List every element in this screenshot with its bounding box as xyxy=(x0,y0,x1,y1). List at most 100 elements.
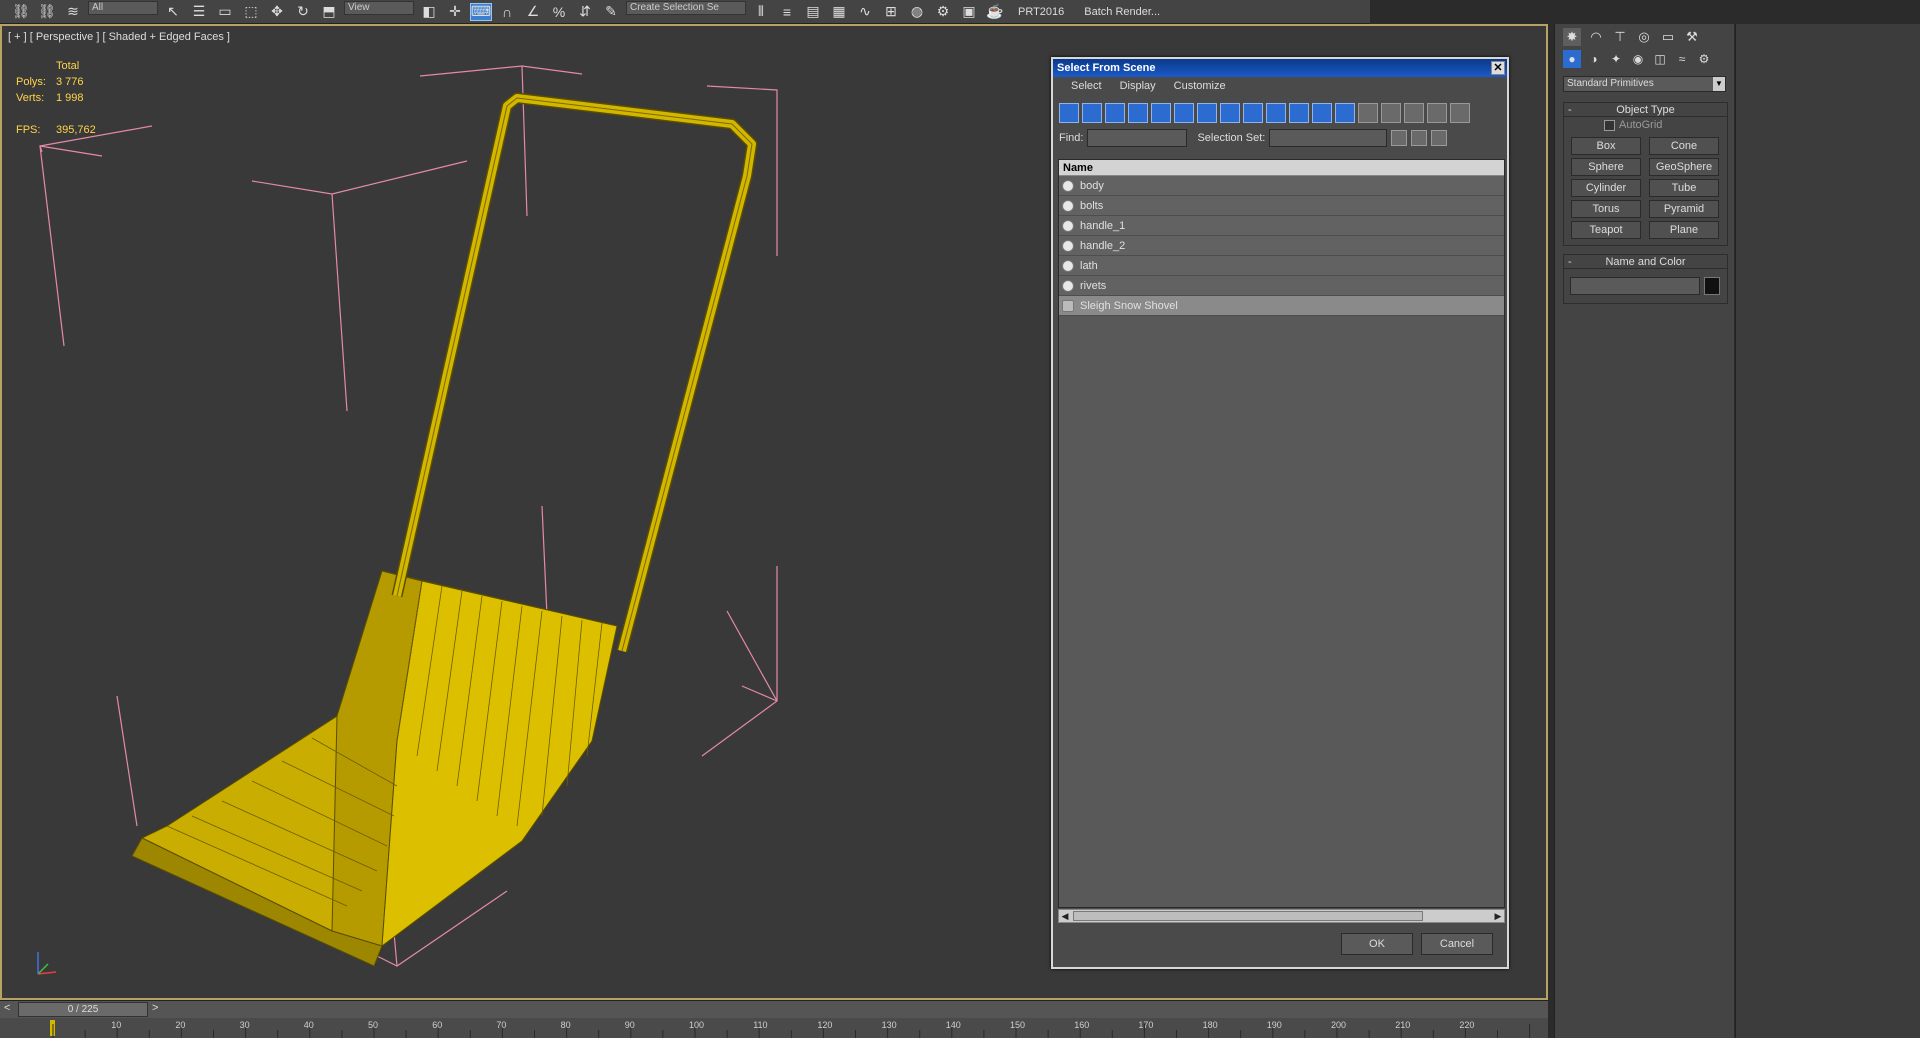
sort-icon[interactable] xyxy=(1450,103,1470,123)
list-item-selected[interactable]: Sleigh Snow Shovel xyxy=(1059,296,1504,316)
render-frame-icon[interactable]: ▣ xyxy=(958,3,980,21)
cameras-category-icon[interactable]: ◉ xyxy=(1629,50,1647,68)
add-to-set-icon[interactable] xyxy=(1431,130,1448,146)
ok-button[interactable]: OK xyxy=(1341,933,1413,955)
shapes-category-icon[interactable]: ◑ xyxy=(1585,50,1603,68)
curve-editor-icon[interactable]: ∿ xyxy=(854,3,876,21)
hidden-filter-icon[interactable] xyxy=(1312,103,1332,123)
menu-select[interactable]: Select xyxy=(1071,77,1102,95)
scroll-left-icon[interactable]: ◀ xyxy=(1059,910,1071,922)
render-teapot-icon[interactable]: ☕ xyxy=(984,3,1006,21)
bind-spacewarp-icon[interactable]: ≋ xyxy=(62,3,84,21)
selection-filter-combo[interactable]: All xyxy=(88,0,158,15)
teapot-button[interactable]: Teapot xyxy=(1571,221,1641,239)
spacewarps-filter-icon[interactable] xyxy=(1174,103,1194,123)
display-all-filter-icon[interactable] xyxy=(1335,103,1355,123)
category-dropdown[interactable]: Standard Primitives ▼ xyxy=(1563,76,1726,92)
collapse-icon[interactable]: - xyxy=(1568,103,1572,117)
scroll-right-icon[interactable]: ▶ xyxy=(1492,910,1504,922)
move-icon[interactable]: ✥ xyxy=(266,3,288,21)
align-icon[interactable]: ≡ xyxy=(776,3,798,21)
close-icon[interactable]: ✕ xyxy=(1491,61,1505,75)
time-slider-thumb[interactable]: 0 / 225 xyxy=(18,1002,148,1017)
create-tab-icon[interactable]: ✸ xyxy=(1563,28,1581,46)
time-slider[interactable]: < 0 / 225 > xyxy=(0,1000,1548,1018)
create-set-icon[interactable] xyxy=(1391,130,1408,146)
name-color-header[interactable]: - Name and Color xyxy=(1564,255,1727,269)
chevron-down-icon[interactable]: ▼ xyxy=(1713,77,1725,91)
menu-display[interactable]: Display xyxy=(1120,77,1156,95)
remove-set-icon[interactable] xyxy=(1411,130,1428,146)
bones-filter-icon[interactable] xyxy=(1243,103,1263,123)
angle-snap-icon[interactable]: ∠ xyxy=(522,3,544,21)
torus-button[interactable]: Torus xyxy=(1571,200,1641,218)
groups-filter-icon[interactable] xyxy=(1197,103,1217,123)
rect-selection-icon[interactable]: ▭ xyxy=(214,3,236,21)
display-tab-icon[interactable]: ▭ xyxy=(1659,28,1677,46)
lights-category-icon[interactable]: ✦ xyxy=(1607,50,1625,68)
geometry-category-icon[interactable]: ● xyxy=(1563,50,1581,68)
helpers-filter-icon[interactable] xyxy=(1151,103,1171,123)
percent-snap-icon[interactable]: % xyxy=(548,3,570,21)
list-item[interactable]: body xyxy=(1059,176,1504,196)
helpers-category-icon[interactable]: ◫ xyxy=(1651,50,1669,68)
object-type-header[interactable]: - Object Type xyxy=(1564,103,1727,117)
invert-display-icon[interactable] xyxy=(1381,103,1401,123)
list-item[interactable]: rivets xyxy=(1059,276,1504,296)
collapse-icon[interactable]: - xyxy=(1568,255,1572,269)
schematic-view-icon[interactable]: ⊞ xyxy=(880,3,902,21)
filter-icon[interactable] xyxy=(1427,103,1447,123)
shapes-filter-icon[interactable] xyxy=(1082,103,1102,123)
window-crossing-icon[interactable]: ⬚ xyxy=(240,3,262,21)
list-item[interactable]: handle_2 xyxy=(1059,236,1504,256)
select-object-icon[interactable]: ↖ xyxy=(162,3,184,21)
material-editor-icon[interactable]: ◍ xyxy=(906,3,928,21)
xrefs-filter-icon[interactable] xyxy=(1220,103,1240,123)
object-name-input[interactable] xyxy=(1570,277,1700,295)
box-button[interactable]: Box xyxy=(1571,137,1641,155)
mirror-icon[interactable]: ⫴ xyxy=(750,3,772,21)
select-manipulate-icon[interactable]: ✛ xyxy=(444,3,466,21)
cylinder-button[interactable]: Cylinder xyxy=(1571,179,1641,197)
named-selection-combo[interactable]: Create Selection Se xyxy=(626,0,746,15)
list-item[interactable]: handle_1 xyxy=(1059,216,1504,236)
keyboard-shortcut-icon[interactable]: ⌨ xyxy=(470,2,492,21)
list-item[interactable]: lath xyxy=(1059,256,1504,276)
viewport-label[interactable]: [ + ] [ Perspective ] [ Shaded + Edged F… xyxy=(8,31,230,43)
selection-set-combo[interactable] xyxy=(1269,129,1388,147)
snap-icon[interactable]: ∩ xyxy=(496,3,518,21)
batch-render-label[interactable]: Batch Render... xyxy=(1076,6,1168,18)
prt-label[interactable]: PRT2016 xyxy=(1010,6,1072,18)
spinner-snap-icon[interactable]: ⇵ xyxy=(574,3,596,21)
geosphere-button[interactable]: GeoSphere xyxy=(1649,158,1719,176)
scrollbar-thumb[interactable] xyxy=(1073,911,1423,921)
select-all-icon[interactable] xyxy=(1404,103,1424,123)
layer-manager-icon[interactable]: ▤ xyxy=(802,3,824,21)
autogrid-checkbox[interactable] xyxy=(1604,119,1615,131)
reference-coord-combo[interactable]: View xyxy=(344,0,414,15)
spacewarps-category-icon[interactable]: ≈ xyxy=(1673,50,1691,68)
select-by-name-icon[interactable]: ☰ xyxy=(188,3,210,21)
graphite-ribbon-icon[interactable]: ▦ xyxy=(828,3,850,21)
name-column-header[interactable]: Name xyxy=(1059,160,1504,176)
modify-tab-icon[interactable]: ◠ xyxy=(1587,28,1605,46)
utilities-tab-icon[interactable]: ⚒ xyxy=(1683,28,1701,46)
cancel-button[interactable]: Cancel xyxy=(1421,933,1493,955)
systems-category-icon[interactable]: ⚙ xyxy=(1695,50,1713,68)
sphere-button[interactable]: Sphere xyxy=(1571,158,1641,176)
dialog-title-bar[interactable]: Select From Scene ✕ xyxy=(1053,59,1507,77)
frozen-filter-icon[interactable] xyxy=(1289,103,1309,123)
containers-filter-icon[interactable] xyxy=(1266,103,1286,123)
unlink-icon[interactable]: ⛓ xyxy=(36,3,58,21)
display-none-icon[interactable] xyxy=(1358,103,1378,123)
previous-frame-icon[interactable]: < xyxy=(4,1002,10,1014)
lights-filter-icon[interactable] xyxy=(1105,103,1125,123)
pyramid-button[interactable]: Pyramid xyxy=(1649,200,1719,218)
link-icon[interactable]: ⛓ xyxy=(10,3,32,21)
motion-tab-icon[interactable]: ◎ xyxy=(1635,28,1653,46)
scale-icon[interactable]: ⬒ xyxy=(318,3,340,21)
list-item[interactable]: bolts xyxy=(1059,196,1504,216)
menu-customize[interactable]: Customize xyxy=(1174,77,1226,95)
horizontal-scrollbar[interactable]: ◀ ▶ xyxy=(1058,909,1505,923)
render-setup-icon[interactable]: ⚙ xyxy=(932,3,954,21)
